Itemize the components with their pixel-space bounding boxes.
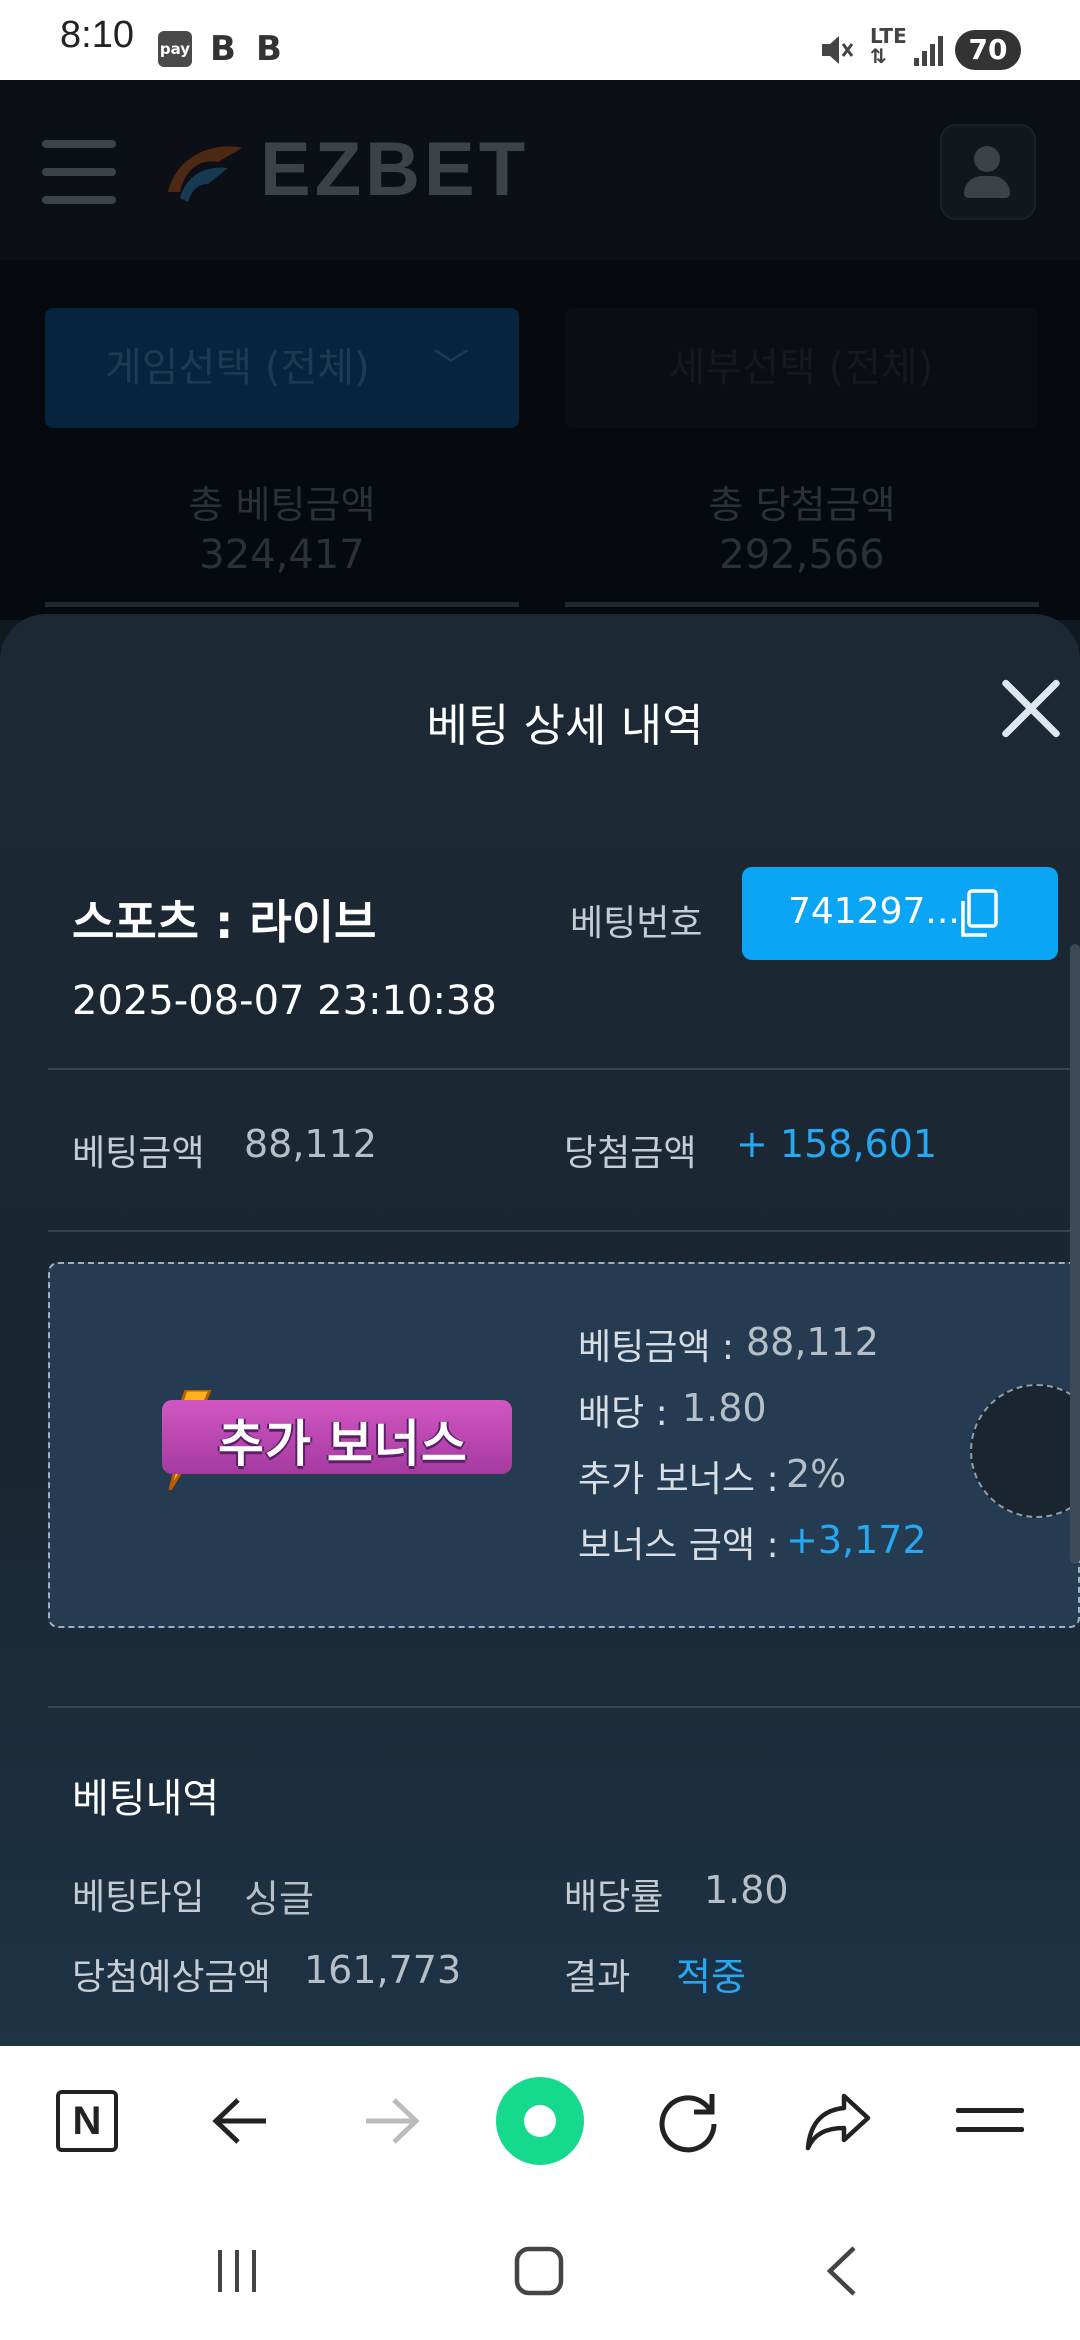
- back-icon[interactable]: [822, 2244, 862, 2298]
- divider: [565, 602, 1039, 607]
- total-bet-label: 총 베팅금액: [188, 483, 376, 527]
- bonus-bet-amount-value: 88,112: [746, 1320, 879, 1364]
- divider: [48, 1230, 1080, 1232]
- user-icon: [974, 146, 1000, 172]
- bet-detail-sheet: 베팅 상세 내역 스포츠 : 라이브 베팅번호 741297... 2025-0…: [0, 614, 1080, 2054]
- copy-bet-number-button[interactable]: 741297...: [742, 867, 1058, 960]
- expected-win-value: 161,773: [304, 1948, 462, 1992]
- status-bar: 8:10 pay B B LTE ⇅ 70: [0, 0, 1080, 80]
- bonus-odds-value: 1.80: [682, 1386, 767, 1430]
- refresh-icon[interactable]: [656, 2088, 722, 2154]
- game-select-dropdown[interactable]: 게임선택 (전체) ﹀: [45, 308, 519, 428]
- result-value: 적중: [676, 1955, 746, 1999]
- sheet-title: 베팅 상세 내역: [426, 699, 704, 752]
- bet-amount-value: 88,112: [244, 1122, 377, 1166]
- home-icon[interactable]: [512, 2244, 566, 2298]
- menu-icon[interactable]: [956, 2108, 1024, 2146]
- expected-win-label: 당첨예상금액: [72, 1957, 271, 1998]
- user-profile-button[interactable]: [940, 124, 1036, 220]
- win-amount-label: 당첨금액: [564, 1133, 697, 1174]
- bonus-odds-label: 배당 :: [578, 1393, 668, 1434]
- scrollbar[interactable]: [1070, 944, 1080, 1564]
- b-app-icon: B: [256, 29, 282, 69]
- bonus-rate-value: 2%: [786, 1452, 847, 1496]
- forward-arrow-icon[interactable]: [360, 2090, 422, 2152]
- naver-home-icon[interactable]: N: [56, 2090, 118, 2152]
- hamburger-menu-icon[interactable]: [42, 140, 116, 204]
- divider: [48, 1068, 1080, 1070]
- pay-icon: pay: [158, 31, 192, 67]
- bonus-rate-label: 추가 보너스 :: [578, 1459, 779, 1500]
- history-title: 베팅내역: [72, 1776, 220, 1822]
- mute-icon: [822, 36, 854, 64]
- total-win-label: 총 당첨금액: [708, 483, 896, 527]
- b-app-icon: B: [210, 29, 236, 69]
- ezbet-logo-icon: [168, 146, 242, 202]
- status-time: 8:10: [60, 14, 134, 56]
- green-dot-icon[interactable]: [496, 2077, 584, 2165]
- chevron-down-icon: ﹀: [432, 347, 469, 388]
- back-arrow-icon[interactable]: [210, 2090, 272, 2152]
- odds-label: 배당률: [564, 1877, 664, 1918]
- bet-type-label: 베팅타입: [72, 1877, 205, 1918]
- close-icon[interactable]: [996, 674, 1066, 744]
- badge-text: 추가 보너스: [218, 1416, 468, 1472]
- lte-icon: LTE ⇅: [870, 24, 907, 68]
- odds-value: 1.80: [704, 1868, 789, 1912]
- game-select-label: 게임선택 (전체): [105, 345, 370, 391]
- logo-text: EZBET: [260, 127, 530, 212]
- bet-amount-label: 베팅금액: [72, 1133, 205, 1174]
- bet-number-value: 741297...: [788, 891, 960, 932]
- bonus-bet-amount-label: 베팅금액 :: [578, 1327, 735, 1368]
- bonus-amount-value: +3,172: [786, 1518, 927, 1562]
- divider: [45, 602, 519, 607]
- extra-bonus-badge: 추가 보너스: [162, 1400, 512, 1474]
- bet-type-value: 싱글: [244, 1877, 314, 1921]
- bet-datetime: 2025-08-07 23:10:38: [72, 978, 497, 1024]
- bonus-card: 추가 보너스 베팅금액 : 88,112 배당 : 1.80 추가 보너스 : …: [48, 1262, 1080, 1628]
- result-label: 결과: [564, 1957, 631, 1998]
- user-icon: [964, 176, 1010, 198]
- detail-select-dropdown[interactable]: 세부선택 (전체): [565, 308, 1037, 428]
- detail-select-label: 세부선택 (전체): [668, 345, 934, 391]
- battery-icon: 70: [955, 30, 1021, 70]
- bonus-amount-label: 보너스 금액 :: [578, 1525, 779, 1566]
- bet-number-label: 베팅번호: [570, 903, 703, 944]
- signal-icon: [914, 36, 943, 66]
- recent-apps-icon[interactable]: [212, 2246, 262, 2296]
- total-win-value: 292,566: [719, 532, 885, 578]
- bet-category: 스포츠 : 라이브: [72, 895, 377, 949]
- win-amount-value: + 158,601: [736, 1122, 938, 1166]
- copy-icon: [961, 889, 998, 937]
- total-bet-value: 324,417: [199, 532, 365, 578]
- divider: [48, 1706, 1080, 1708]
- share-icon[interactable]: [804, 2090, 872, 2152]
